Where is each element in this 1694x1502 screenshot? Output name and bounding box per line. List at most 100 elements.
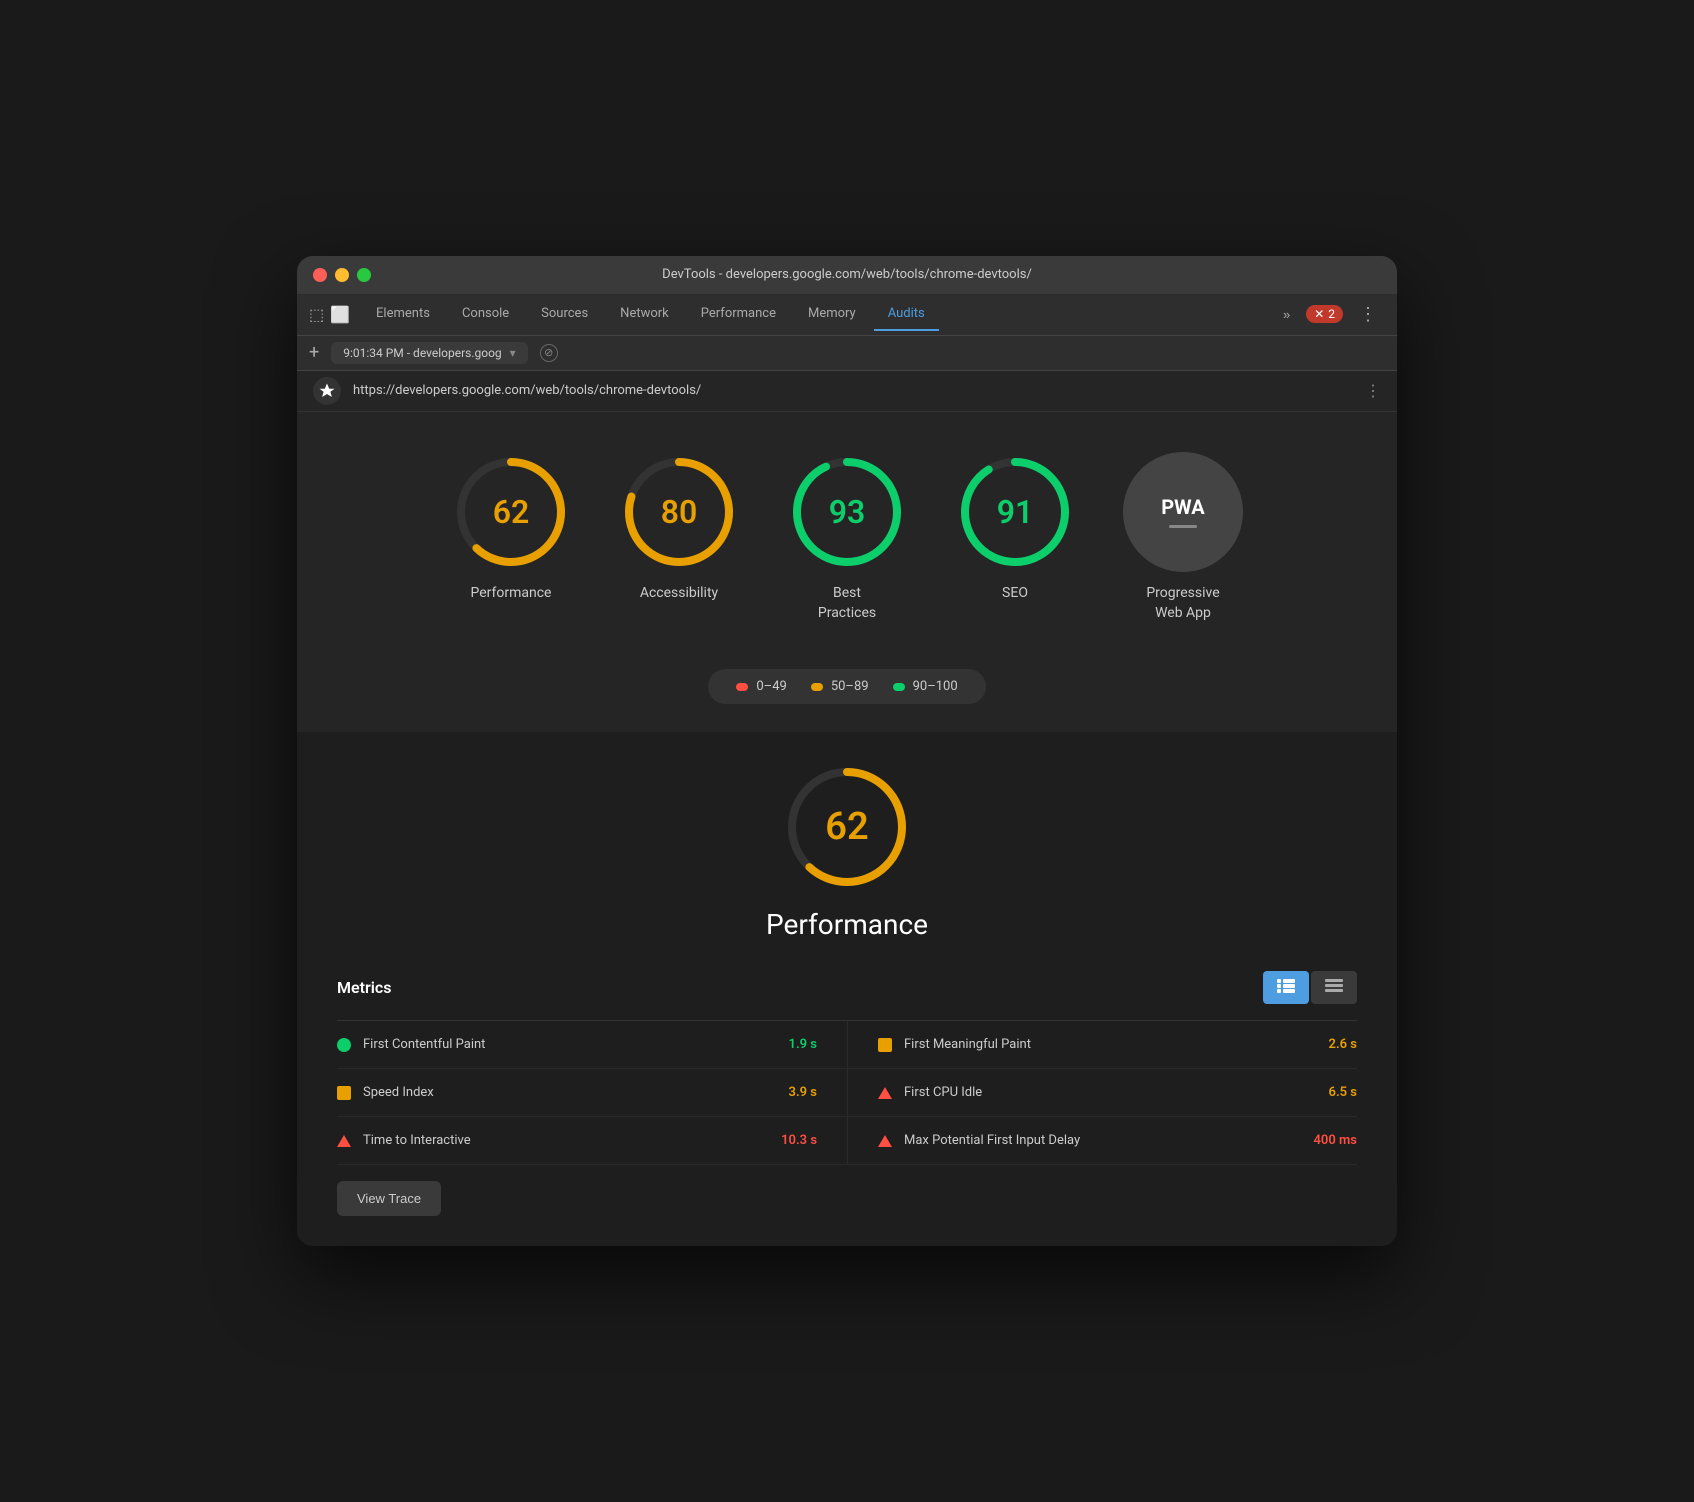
maximize-button[interactable]	[357, 268, 371, 282]
error-icon: ✕	[1314, 307, 1324, 321]
speed-index-value: 3.9 s	[789, 1085, 817, 1100]
best-practices-score-value: 93	[829, 493, 866, 531]
accessibility-score-value: 80	[661, 493, 698, 531]
legend-pill: 0–49 50–89 90–100	[708, 669, 985, 704]
tab-elements[interactable]: Elements	[362, 298, 444, 331]
no-throttle-icon[interactable]: ⊘	[540, 344, 558, 362]
metric-row-first-contentful-paint: First Contentful Paint 1.9 s	[337, 1021, 847, 1069]
first-contentful-paint-value: 1.9 s	[789, 1037, 817, 1052]
max-potential-fid-icon	[878, 1135, 892, 1147]
address-bar-tab[interactable]: 9:01:34 PM - developers.goog ▾	[331, 342, 527, 364]
devtools-url-bar: https://developers.google.com/web/tools/…	[297, 371, 1397, 412]
metric-row-time-to-interactive: Time to Interactive 10.3 s	[337, 1117, 847, 1165]
best-practices-score-label: BestPractices	[818, 584, 876, 623]
toggle-collapsed-button[interactable]	[1311, 971, 1357, 1004]
score-circle-accessibility: 80	[619, 452, 739, 572]
score-circle-best-practices: 93	[787, 452, 907, 572]
pwa-dash	[1169, 525, 1197, 528]
first-contentful-paint-icon	[337, 1038, 351, 1052]
devtools-content: https://developers.google.com/web/tools/…	[297, 371, 1397, 1246]
speed-index-icon	[337, 1086, 351, 1100]
good-indicator	[893, 683, 905, 691]
tab-performance[interactable]: Performance	[687, 298, 790, 331]
legend-item-good: 90–100	[893, 679, 958, 694]
first-contentful-paint-name: First Contentful Paint	[363, 1037, 777, 1052]
speed-index-name: Speed Index	[363, 1085, 777, 1100]
legend-item-poor: 0–49	[736, 679, 786, 694]
tab-network[interactable]: Network	[606, 298, 683, 331]
error-count: 2	[1328, 307, 1335, 321]
tab-memory[interactable]: Memory	[794, 298, 870, 331]
tab-bar-right: » ✕ 2 ⋮	[1275, 300, 1385, 329]
time-to-interactive-name: Time to Interactive	[363, 1133, 769, 1148]
tab-audits[interactable]: Audits	[874, 298, 939, 331]
average-indicator	[811, 683, 823, 691]
detail-score-row: 62	[337, 762, 1357, 892]
accessibility-score-label: Accessibility	[640, 584, 718, 604]
good-range: 90–100	[913, 679, 958, 694]
window-title: DevTools - developers.google.com/web/too…	[662, 267, 1032, 282]
toggle-expanded-button[interactable]	[1263, 971, 1309, 1004]
minimize-button[interactable]	[335, 268, 349, 282]
scores-section: 62 Performance 80 Accessibility	[297, 412, 1397, 653]
pwa-label: PWA	[1161, 495, 1204, 519]
score-item-best-practices[interactable]: 93 BestPractices	[787, 452, 907, 623]
poor-indicator	[736, 683, 748, 691]
metrics-view-toggle	[1263, 971, 1357, 1004]
lighthouse-logo	[313, 377, 341, 405]
cursor-icon[interactable]: ⬚	[309, 305, 324, 324]
detail-score-number: 62	[825, 805, 868, 849]
inspect-icon[interactable]: ⬜	[330, 305, 350, 324]
score-item-accessibility[interactable]: 80 Accessibility	[619, 452, 739, 604]
max-potential-fid-name: Max Potential First Input Delay	[904, 1133, 1302, 1148]
score-circle-seo: 91	[955, 452, 1075, 572]
seo-score-value: 91	[997, 493, 1034, 531]
performance-score-value: 62	[493, 493, 530, 531]
devtools-url-display: https://developers.google.com/web/tools/…	[353, 383, 1353, 398]
metric-row-first-meaningful-paint: First Meaningful Paint 2.6 s	[847, 1021, 1357, 1069]
view-trace-area: View Trace	[337, 1181, 1357, 1216]
metrics-header: Metrics	[337, 971, 1357, 1004]
first-cpu-idle-name: First CPU Idle	[904, 1085, 1317, 1100]
metric-row-speed-index: Speed Index 3.9 s	[337, 1069, 847, 1117]
pwa-circle: PWA	[1123, 452, 1243, 572]
first-cpu-idle-value: 6.5 s	[1329, 1085, 1357, 1100]
tab-label: 9:01:34 PM - developers.goog	[343, 346, 501, 360]
more-tabs-button[interactable]: »	[1275, 303, 1298, 326]
devtools-more-button[interactable]: ⋮	[1365, 381, 1381, 400]
metrics-grid: First Contentful Paint 1.9 s First Meani…	[337, 1021, 1357, 1165]
audit-panel: https://developers.google.com/web/tools/…	[297, 371, 1397, 1246]
legend-row: 0–49 50–89 90–100	[297, 653, 1397, 732]
legend-item-average: 50–89	[811, 679, 869, 694]
browser-window: DevTools - developers.google.com/web/too…	[297, 256, 1397, 1246]
average-range: 50–89	[831, 679, 869, 694]
seo-score-label: SEO	[1002, 584, 1028, 604]
devtools-menu-button[interactable]: ⋮	[1351, 300, 1385, 329]
detail-score-circle: 62	[782, 762, 912, 892]
detail-section: 62 Performance Metrics	[297, 732, 1397, 1246]
dropdown-arrow-icon[interactable]: ▾	[510, 346, 516, 360]
performance-score-label: Performance	[471, 584, 552, 604]
pwa-score-label: ProgressiveWeb App	[1146, 584, 1219, 623]
tab-sources[interactable]: Sources	[527, 298, 602, 331]
poor-range: 0–49	[756, 679, 786, 694]
score-item-performance[interactable]: 62 Performance	[451, 452, 571, 604]
first-meaningful-paint-icon	[878, 1038, 892, 1052]
time-to-interactive-icon	[337, 1135, 351, 1147]
max-potential-fid-value: 400 ms	[1314, 1133, 1358, 1148]
error-badge: ✕ 2	[1306, 305, 1343, 323]
first-meaningful-paint-name: First Meaningful Paint	[904, 1037, 1317, 1052]
close-button[interactable]	[313, 268, 327, 282]
score-item-pwa[interactable]: PWA ProgressiveWeb App	[1123, 452, 1243, 623]
tab-console[interactable]: Console	[448, 298, 523, 331]
add-tab-button[interactable]: +	[309, 342, 319, 363]
title-bar: DevTools - developers.google.com/web/too…	[297, 256, 1397, 294]
detail-title: Performance	[337, 908, 1357, 941]
first-meaningful-paint-value: 2.6 s	[1329, 1037, 1357, 1052]
score-circle-performance: 62	[451, 452, 571, 572]
score-item-seo[interactable]: 91 SEO	[955, 452, 1075, 604]
metric-row-max-potential-fid: Max Potential First Input Delay 400 ms	[847, 1117, 1357, 1165]
traffic-lights	[313, 268, 371, 282]
view-trace-button[interactable]: View Trace	[337, 1181, 441, 1216]
address-bar-row: + 9:01:34 PM - developers.goog ▾ ⊘	[297, 336, 1397, 371]
